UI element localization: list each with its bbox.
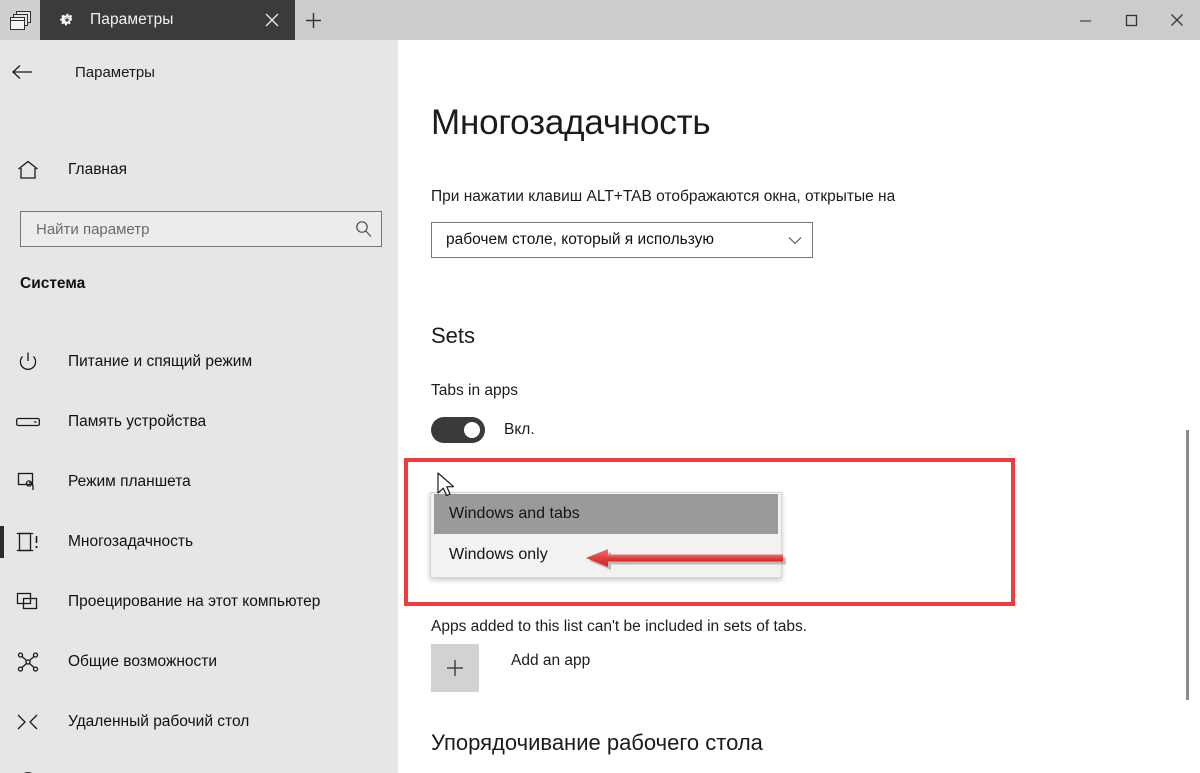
chevron-down-icon (778, 236, 812, 245)
maximize-button[interactable] (1108, 0, 1154, 40)
add-app-row: Add an app (431, 644, 590, 692)
page-title: Многозадачность (431, 103, 711, 142)
sidebar-item-label: Многозадачность (68, 533, 194, 550)
sidebar-item-label: Главная (68, 161, 127, 178)
add-app-label: Add an app (511, 652, 591, 669)
sidebar-item-multitasking[interactable]: Многозадачность (0, 512, 398, 572)
tab-parameters[interactable]: Параметры (40, 0, 295, 40)
stacked-windows-icon (9, 10, 31, 30)
dropdown-option-windows-and-tabs[interactable]: Windows and tabs (434, 494, 778, 534)
sidebar-item-label: Режим планшета (68, 473, 191, 490)
alt-tab-select-value: рабочем столе, который я использую (446, 231, 715, 248)
desktop-section-heading: Упорядочивание рабочего стола (431, 730, 763, 755)
sidebar-item-label: Память устройства (68, 413, 207, 430)
sidebar-item-label: Общие возможности (68, 653, 218, 670)
sidebar-item-shared-experiences[interactable]: Общие возможности (0, 632, 398, 692)
tabs-in-apps-toggle[interactable] (431, 417, 485, 443)
sidebar: Параметры Главная Найти параметр Система (0, 40, 398, 773)
minimize-icon (1079, 19, 1091, 22)
search-placeholder: Найти параметр (36, 220, 150, 238)
tab-close-icon[interactable] (259, 7, 285, 33)
content-area: Многозадачность При нажатии клавиш ALT+T… (398, 40, 1200, 773)
sidebar-item-about[interactable]: О системе (0, 752, 398, 773)
sidebar-item-label: Удаленный рабочий стол (68, 713, 250, 730)
annotation-arrow (586, 549, 786, 570)
remote-icon (6, 712, 50, 732)
alt-tab-description: При нажатии клавиш ALT+TAB отображаются … (431, 188, 896, 205)
title-bar: Параметры (0, 0, 1200, 40)
sidebar-group-title: Система (20, 275, 86, 292)
window-controls (1062, 0, 1200, 40)
power-icon (6, 351, 50, 373)
plus-icon (306, 13, 321, 28)
sidebar-item-projecting[interactable]: Проецирование на этот компьютер (0, 572, 398, 632)
tabs-in-apps-toggle-row: Вкл. (431, 417, 535, 443)
sidebar-item-label: Проецирование на этот компьютер (68, 593, 321, 610)
close-button[interactable] (1154, 0, 1200, 40)
toggle-knob (464, 422, 480, 438)
toggle-state-label: Вкл. (504, 421, 535, 438)
tab-label: Параметры (90, 11, 174, 28)
sidebar-item-storage[interactable]: Память устройства (0, 392, 398, 452)
sidebar-item-home[interactable]: Главная (0, 149, 398, 191)
mouse-cursor (437, 472, 455, 497)
alt-tab-select[interactable]: рабочем столе, который я использую (431, 222, 813, 258)
sets-section-heading: Sets (431, 323, 476, 348)
add-app-button[interactable] (431, 644, 479, 692)
sidebar-item-tablet-mode[interactable]: Режим планшета (0, 452, 398, 512)
plus-icon (447, 660, 463, 676)
search-icon[interactable] (347, 220, 381, 238)
new-tab-button[interactable] (300, 7, 327, 34)
sidebar-item-label: Питание и спящий режим (68, 353, 253, 370)
minimize-button[interactable] (1062, 0, 1108, 40)
back-label: Параметры (75, 63, 155, 81)
settings-window: Параметры Параметры Главная Найти параме… (0, 0, 1200, 773)
maximize-icon (1125, 14, 1137, 26)
back-navigation[interactable]: Параметры (0, 52, 398, 92)
home-icon (6, 160, 50, 180)
tabs-in-apps-label: Tabs in apps (431, 382, 519, 399)
search-input[interactable]: Найти параметр (20, 211, 382, 247)
storage-icon (6, 415, 50, 429)
shared-icon (6, 651, 50, 673)
sidebar-item-remote-desktop[interactable]: Удаленный рабочий стол (0, 692, 398, 752)
tablet-icon (6, 471, 50, 493)
project-icon (6, 592, 50, 612)
sets-button[interactable] (0, 0, 40, 40)
scrollbar-thumb[interactable] (1186, 430, 1189, 700)
close-icon (1171, 14, 1183, 26)
apps-list-note: Apps added to this list can't be include… (431, 618, 808, 635)
multitask-icon (6, 531, 50, 553)
sidebar-item-power[interactable]: Питание и спящий режим (0, 332, 398, 392)
gear-icon (58, 11, 76, 29)
sidebar-nav-list: Питание и спящий режим Память устройства (0, 332, 398, 773)
back-arrow-icon[interactable] (0, 64, 46, 80)
